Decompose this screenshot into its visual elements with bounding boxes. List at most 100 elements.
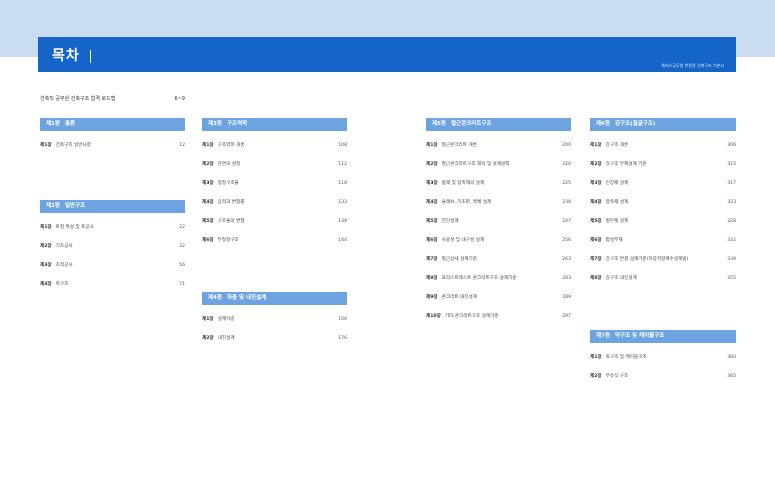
page-number: 256 (562, 238, 571, 243)
chapter-entry[interactable]: 제1장 토질 특성 및 토공사 22 (40, 225, 185, 244)
number-label: 제7장 (426, 257, 438, 262)
chapter-entry[interactable]: 제1장 건축구조 일반사항 12 (40, 143, 185, 162)
part-4: 제4편 하중 및 내진설계 제1장 설계하중 150 제2장 내진설계 176 (202, 292, 347, 355)
title-label: 철근상세 설계기준 (441, 257, 477, 262)
part-heading[interactable]: 제2편 일반구조 (40, 200, 185, 213)
title-label: 기초공사 (55, 244, 73, 249)
number-label: 제5장 (590, 219, 602, 224)
chapter-entry[interactable]: 제1장 구조역학 개론 108 (202, 143, 347, 162)
page-number: 200 (562, 143, 571, 148)
number-label: 제1장 (40, 225, 52, 230)
chapter-entry[interactable]: 제2장 내진설계 176 (202, 336, 347, 355)
page-number: 176 (338, 336, 347, 341)
chapter-entry[interactable]: 제2장 단면의 성질 112 (202, 162, 347, 181)
title-label: 사용성 및 내구성 설계 (441, 238, 485, 243)
chapter-entry[interactable]: 제5장 구조물의 변형 139 (202, 219, 347, 238)
chapter-entry[interactable]: 제8장 강구조 내진설계 355 (590, 276, 736, 295)
title-label: 토질 특성 및 토공사 (55, 225, 94, 230)
page-number: 32 (179, 244, 185, 249)
chapter-entry[interactable]: 제1장 강구조 개론 306 (590, 143, 736, 162)
number-label: 제4장 (40, 282, 52, 287)
title-label: 강구조 내진설계 (605, 276, 637, 281)
number-label: 제4장 (590, 200, 602, 205)
part-7: 제7편 막구조 및 케이블구조 제1장 막구조 및 케이블구조 360 제2장 부유식 … (590, 330, 736, 393)
chapter-entry[interactable]: 제3장 조적공사 56 (40, 263, 185, 282)
chapter-entry[interactable]: 제6장 사용성 및 내구성 설계 256 (426, 238, 571, 257)
number-label: 제5장 (426, 219, 438, 224)
chapter-entry[interactable]: 제2장 철근콘크리트구조 해석 및 설계원칙 220 (426, 162, 571, 181)
title-label: 기타 콘크리트구조 설계기준 (444, 314, 499, 319)
part-heading[interactable]: 제5편 철근콘크리트구조 (426, 118, 571, 131)
page-number: 150 (338, 317, 347, 322)
number-label: 제1장 (426, 143, 438, 148)
chapter-entry[interactable]: 제4장 슬래브, 기초판, 벽체 설계 238 (426, 200, 571, 219)
page-number: 332 (727, 238, 736, 243)
number-label: 제2장 (426, 162, 438, 167)
chapter-entry[interactable]: 제7장 강구조 연결 설계기준(하중저항계수설계법) 339 (590, 257, 736, 276)
page-number: 12 (179, 143, 185, 148)
page-number: 306 (727, 143, 736, 148)
chapter-entry[interactable]: 제1장 막구조 및 케이블구조 360 (590, 355, 736, 374)
chapter-entry[interactable]: 제2장 기초공사 32 (40, 244, 185, 263)
part-3: 제3편 구조역학 제1장 구조역학 개론 108 제2장 단면의 성질 112 제3장 정정… (202, 118, 347, 257)
chapter-entry[interactable]: 제1장 설계하중 150 (202, 317, 347, 336)
title-label: 내진설계 (217, 336, 235, 341)
title-label: 단면의 성질 (217, 162, 241, 167)
chapter-entry[interactable]: 제2장 부유식 구조 365 (590, 374, 736, 393)
chapter-entry[interactable]: 제8장 프리스트레스트 콘크리트구조 설계기준 283 (426, 276, 571, 295)
chapter-entry[interactable]: 제3장 인장재 설계 317 (590, 181, 736, 200)
title-label: 구조역학 개론 (217, 143, 245, 148)
title-label: 건축구조 일반사항 (55, 143, 91, 148)
number-label: 제1편 (46, 121, 60, 127)
page-number: 71 (179, 282, 185, 287)
page-number: 225 (562, 181, 571, 186)
title-label: 부정정구조 (217, 238, 239, 243)
number-label: 제2장 (202, 336, 214, 341)
title-label: 조적공사 (55, 263, 73, 268)
page-number: 315 (727, 162, 736, 167)
page-number: 317 (727, 181, 736, 186)
part-heading[interactable]: 제4편 하중 및 내진설계 (202, 292, 347, 305)
page-number: 133 (338, 200, 347, 205)
number-label: 제10장 (426, 314, 441, 319)
title-label: 강구조 부재설계 기준 (605, 162, 647, 167)
number-label: 제2편 (46, 203, 60, 209)
chapter-entry[interactable]: 제10장 기타 콘크리트구조 설계기준 297 (426, 314, 571, 333)
chapter-entry[interactable]: 제4장 목구조 71 (40, 282, 185, 301)
roadmap-entry[interactable]: 건축직 공무원 건축구조 합격 로드맵 6~9 (40, 96, 185, 102)
roadmap-page: 6~9 (174, 96, 185, 102)
chapter-entry[interactable]: 제5장 전단설계 247 (426, 219, 571, 238)
title-label: 슬래브, 기초판, 벽체 설계 (441, 200, 492, 205)
page-number: 328 (727, 219, 736, 224)
chapter-entry[interactable]: 제7장 철근상세 설계기준 263 (426, 257, 571, 276)
page-number: 365 (727, 374, 736, 379)
page-number: 112 (338, 162, 347, 167)
chapter-entry[interactable]: 제6장 부정정구조 144 (202, 238, 347, 257)
title-label: 일반구조 (64, 203, 86, 209)
chapter-entry[interactable]: 제4장 응력과 변형률 133 (202, 200, 347, 219)
number-label: 제3장 (202, 181, 214, 186)
chapter-entry[interactable]: 제5장 휨부재 설계 328 (590, 219, 736, 238)
chapter-entry[interactable]: 제6장 합성부재 332 (590, 238, 736, 257)
number-label: 제6장 (590, 238, 602, 243)
part-heading[interactable]: 제7편 막구조 및 케이블구조 (590, 330, 736, 343)
part-heading[interactable]: 제6편 강구조(철골구조) (590, 118, 736, 131)
page-number: 360 (727, 355, 736, 360)
number-label: 제2장 (590, 162, 602, 167)
chapter-entry[interactable]: 제9장 콘크리트 내진설계 289 (426, 295, 571, 314)
chapter-entry[interactable]: 제4장 압축재 설계 323 (590, 200, 736, 219)
title-label: 막구조 및 케이블구조 (605, 355, 647, 360)
chapter-entry[interactable]: 제2장 강구조 부재설계 기준 315 (590, 162, 736, 181)
part-6: 제6편 강구조(철골구조) 제1장 강구조 개론 306 제2장 강구조 부재설계 기준… (590, 118, 736, 295)
number-label: 제7장 (590, 257, 602, 262)
part-heading[interactable]: 제3편 구조역학 (202, 118, 347, 131)
title-divider (90, 50, 91, 63)
chapter-entry[interactable]: 제3장 정정구조물 118 (202, 181, 347, 200)
page-number: 238 (562, 200, 571, 205)
chapter-entry[interactable]: 제1장 철근콘크리트 개론 200 (426, 143, 571, 162)
page-number: 220 (562, 162, 571, 167)
page-number: 108 (338, 143, 347, 148)
title-label: 막구조 및 케이블구조 (614, 333, 665, 339)
part-heading[interactable]: 제1편 총론 (40, 118, 185, 131)
chapter-entry[interactable]: 제3장 휨재 및 압축재의 설계 225 (426, 181, 571, 200)
